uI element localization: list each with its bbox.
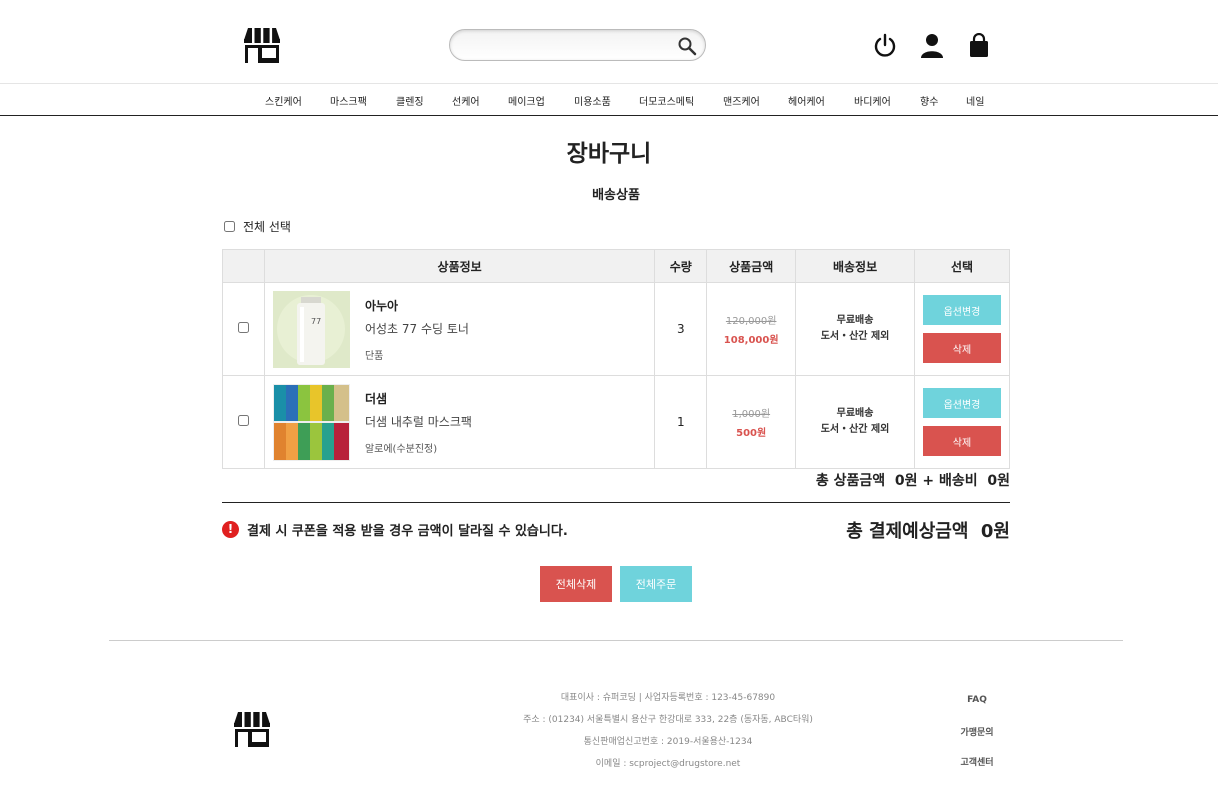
footer-divider	[109, 640, 1123, 641]
shipping-free: 무료배송	[836, 408, 874, 419]
coupon-notice-text: 결제 시 쿠폰을 적용 받을 경우 금액이 달라질 수 있습니다.	[247, 524, 568, 539]
header-price: 상품금액	[706, 249, 797, 283]
summary-divider	[222, 502, 1010, 503]
shipping-exception: 도서・산간 제외	[820, 424, 890, 435]
product-image[interactable]	[272, 384, 350, 461]
product-brand[interactable]: 더샘	[365, 390, 472, 407]
delete-item-button[interactable]: 삭제	[922, 333, 1001, 363]
quantity-cell: 1	[654, 375, 708, 469]
category-menscare[interactable]: 맨즈케어	[723, 93, 760, 108]
category-dermocosmetic[interactable]: 더모코스메틱	[639, 93, 694, 108]
shipping-cell: 무료배송 도서・산간 제외	[795, 375, 915, 469]
table-header-row: 상품정보 수량 상품금액 배송정보 선택	[222, 249, 1011, 283]
header-quantity: 수량	[654, 249, 708, 283]
category-skincare[interactable]: 스킨케어	[265, 93, 302, 108]
header-select: 선택	[913, 249, 1011, 283]
category-bodycare[interactable]: 바디케어	[854, 93, 891, 108]
shopping-bag-icon[interactable]	[967, 33, 991, 59]
footer-ceo-info: 대표이사 : 슈퍼코딩 | 사업자등록번호 : 123-45-67890	[560, 693, 776, 703]
product-image[interactable]: 77	[272, 291, 350, 368]
product-option: 알로에(수분진정)	[364, 444, 438, 455]
category-suncare[interactable]: 선케어	[452, 93, 480, 108]
shipping-exception: 도서・산간 제외	[820, 331, 890, 342]
header-product-info: 상품정보	[263, 249, 656, 283]
change-option-button[interactable]: 옵션변경	[922, 295, 1001, 325]
store-logo-icon[interactable]	[243, 26, 281, 64]
price-cell: 1,000원 500원	[706, 375, 797, 469]
category-perfume[interactable]: 향수	[920, 93, 938, 108]
footer-license: 통신판매업신고번호 : 2019-서울용산-1234	[583, 737, 753, 747]
product-option: 단품	[364, 351, 384, 362]
quantity-cell: 3	[654, 282, 708, 376]
price-cell: 120,000원 108,000원	[706, 282, 797, 376]
grand-total: 총 결제예상금액 0원	[846, 521, 1010, 542]
page-title: 장바구니	[566, 141, 652, 167]
select-all[interactable]: 전체 선택	[224, 218, 291, 235]
footer-link-franchise[interactable]: 가맹문의	[937, 725, 1017, 738]
product-name[interactable]: 더샘 내추럴 마스크팩	[365, 413, 472, 430]
row-checkbox-cell	[222, 282, 265, 376]
section-subtitle: 배송상품	[592, 188, 640, 203]
sale-price: 500원	[736, 428, 767, 439]
shipping-free: 무료배송	[836, 315, 874, 326]
header-shipping: 배송정보	[795, 249, 915, 283]
product-name[interactable]: 어성초 77 수딩 토너	[365, 320, 469, 337]
product-details: 아누아 어성초 77 수딩 토너 단품	[365, 297, 469, 362]
shipping-cell: 무료배송 도서・산간 제외	[795, 282, 915, 376]
original-price: 1,000원	[732, 409, 771, 420]
cart-table: 상품정보 수량 상품금액 배송정보 선택 77 아누아 어성초 77 수딩 토너…	[222, 249, 1011, 469]
table-row: 더샘 더샘 내추럴 마스크팩 알로에(수분진정) 1 1,000원 500원 무…	[222, 375, 1011, 469]
footer-address: 주소 : (01234) 서울특별시 용산구 한강대로 333, 22층 (동자…	[523, 715, 813, 725]
product-details: 더샘 더샘 내추럴 마스크팩 알로에(수분진정)	[365, 390, 472, 455]
search-box[interactable]	[449, 29, 706, 61]
category-nail[interactable]: 네일	[966, 93, 984, 108]
select-all-checkbox[interactable]	[224, 221, 235, 232]
change-option-button[interactable]: 옵션변경	[922, 388, 1001, 418]
site-header	[0, 0, 1218, 84]
row-checkbox-cell	[222, 375, 265, 469]
coupon-notice: ! 결제 시 쿠폰을 적용 받을 경우 금액이 달라질 수 있습니다.	[222, 520, 568, 539]
product-info-cell: 더샘 더샘 내추럴 마스크팩 알로에(수분진정)	[263, 375, 656, 469]
footer-link-customer-center[interactable]: 고객센터	[937, 755, 1017, 768]
footer-link-faq[interactable]: FAQ	[937, 695, 1017, 705]
category-haircare[interactable]: 헤어케어	[788, 93, 825, 108]
product-brand[interactable]: 아누아	[365, 297, 469, 314]
category-cleansing[interactable]: 클렌징	[396, 93, 424, 108]
header-checkbox-col	[222, 249, 265, 283]
order-all-button[interactable]: 전체주문	[620, 566, 692, 602]
alert-icon: !	[222, 521, 239, 538]
sale-price: 108,000원	[723, 335, 779, 346]
search-input[interactable]	[464, 34, 674, 56]
delete-all-button[interactable]: 전체삭제	[540, 566, 612, 602]
product-info-cell: 77 아누아 어성초 77 수딩 토너 단품	[263, 282, 656, 376]
category-makeup[interactable]: 메이크업	[508, 93, 545, 108]
user-icon[interactable]	[920, 33, 944, 59]
category-beauty-tools[interactable]: 미용소품	[574, 93, 611, 108]
svg-text:77: 77	[311, 317, 321, 326]
category-nav: 스킨케어 마스크팩 클렌징 선케어 메이크업 미용소품 더모코스메틱 맨즈케어 …	[0, 84, 1218, 116]
select-all-label: 전체 선택	[243, 220, 291, 234]
search-icon[interactable]	[677, 36, 697, 56]
row-checkbox[interactable]	[237, 415, 249, 426]
delete-item-button[interactable]: 삭제	[922, 426, 1001, 456]
action-cell: 옵션변경 삭제	[913, 375, 1011, 469]
original-price: 120,000원	[725, 316, 777, 327]
row-checkbox[interactable]	[237, 322, 249, 333]
footer-email: 이메일 : scproject@drugstore.net	[595, 759, 741, 769]
subtotal-line: 총 상품금액 0원 + 배송비 0원	[815, 473, 1010, 489]
category-maskpack[interactable]: 마스크팩	[330, 93, 367, 108]
power-icon[interactable]	[873, 33, 897, 59]
action-cell: 옵션변경 삭제	[913, 282, 1011, 376]
table-row: 77 아누아 어성초 77 수딩 토너 단품 3 120,000원 108,00…	[222, 282, 1011, 376]
